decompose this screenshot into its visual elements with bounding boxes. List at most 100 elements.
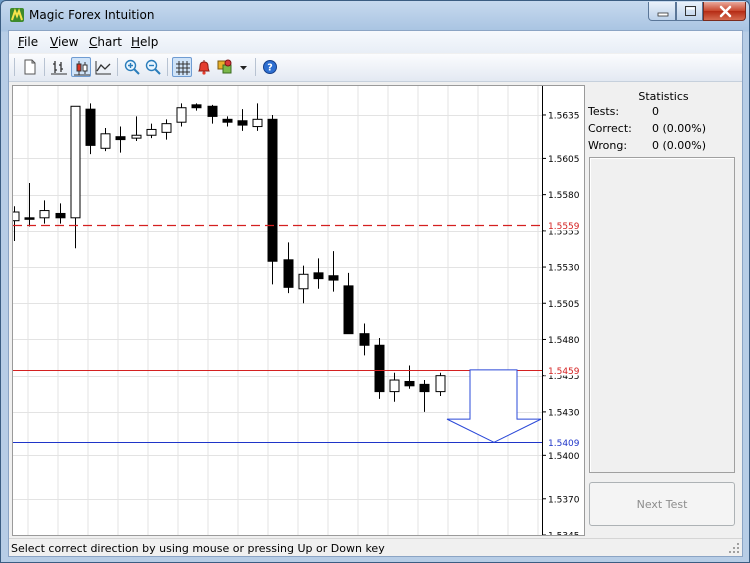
- zoom-out-icon: [145, 59, 161, 75]
- menu-help[interactable]: Help: [131, 35, 158, 49]
- candle-bearish: [313, 272, 324, 280]
- close-icon: [719, 5, 732, 18]
- minimize-icon: [657, 12, 669, 17]
- candle-bullish: [298, 273, 309, 290]
- candle-bearish: [222, 118, 233, 123]
- candle-bearish: [85, 108, 96, 146]
- minimize-button[interactable]: [648, 2, 676, 21]
- price-tick-label: 1.5370: [548, 495, 580, 505]
- toolbar-separator: [117, 58, 118, 76]
- menu-chart[interactable]: Chart: [89, 35, 122, 49]
- size-grip-icon[interactable]: [729, 543, 740, 554]
- app-icon: [10, 8, 24, 22]
- price-tick-label: 1.5530: [548, 264, 580, 274]
- candle-bearish: [328, 275, 339, 281]
- help-button[interactable]: ?: [260, 57, 280, 77]
- price-tick-label: 1.5580: [548, 191, 580, 201]
- price-tick-label: 1.5430: [548, 408, 580, 418]
- price-chart[interactable]: 1.5635 1.5605 1.5580 1.5555 1.5530 1.5505 1.54…: [12, 85, 585, 536]
- grid-toggle-button[interactable]: [172, 57, 192, 77]
- alert-bell-icon: [198, 60, 210, 75]
- zoom-out-button[interactable]: [143, 57, 163, 77]
- toolbar-separator: [167, 58, 168, 76]
- candlestick-icon: [74, 61, 90, 76]
- correct-value: 0 (0.00%): [652, 122, 707, 135]
- candle-bearish: [343, 285, 354, 335]
- bear-target-label: 1.5409: [548, 439, 580, 449]
- color-scheme-dropdown[interactable]: [237, 57, 249, 77]
- direction-down-arrow-icon[interactable]: [446, 369, 542, 443]
- menu-bar: File View Chart Help: [9, 31, 742, 53]
- chart-canvas[interactable]: 1.56351.56051.55801.55551.55301.55051.54…: [13, 86, 584, 535]
- candlestick-button[interactable]: [71, 57, 91, 77]
- svg-text:?: ?: [267, 63, 273, 74]
- toolbar-separator: [44, 58, 45, 76]
- maximize-icon: [685, 6, 696, 16]
- menu-file[interactable]: File: [18, 35, 38, 49]
- tests-value: 0: [652, 105, 659, 118]
- new-file-button[interactable]: [20, 57, 40, 77]
- price-tick-label: 1.5635: [548, 111, 580, 121]
- toolbar-grip: [14, 58, 15, 76]
- price-tick-label: 1.5505: [548, 300, 580, 310]
- correct-label: Correct:: [588, 122, 632, 135]
- tests-label: Tests:: [588, 105, 620, 118]
- candle-bearish: [267, 118, 278, 262]
- candle-bearish: [283, 259, 294, 288]
- candle-bullish: [100, 133, 111, 149]
- candle-bullish: [435, 375, 446, 393]
- line-chart-button[interactable]: [93, 57, 113, 77]
- price-tick-label: 1.5480: [548, 336, 580, 346]
- status-text: Select correct direction by using mouse …: [11, 542, 385, 555]
- toolbar: ?: [9, 54, 742, 82]
- current-price-label: 1.5459: [548, 367, 580, 377]
- candle-bullish: [39, 210, 50, 219]
- zoom-in-button[interactable]: [122, 57, 142, 77]
- candle-bullish: [146, 128, 157, 136]
- candle-bullish: [161, 123, 172, 133]
- menu-view[interactable]: View: [50, 35, 78, 49]
- window-title: Magic Forex Intuition: [29, 8, 155, 22]
- title-bar[interactable]: Magic Forex Intuition: [1, 1, 749, 30]
- alert-button[interactable]: [194, 57, 214, 77]
- wrong-value: 0 (0.00%): [652, 139, 707, 152]
- color-palette-icon: [217, 59, 232, 74]
- help-icon: ?: [263, 60, 277, 74]
- candle-bearish: [115, 136, 126, 141]
- candle-bearish: [419, 383, 430, 393]
- new-file-icon: [24, 59, 36, 75]
- history-box: [589, 157, 735, 473]
- candle-bullish: [13, 211, 20, 222]
- app-window: Magic Forex Intuition File View Chart He…: [0, 0, 750, 563]
- line-chart-icon: [95, 61, 111, 75]
- bar-chart-icon: [51, 61, 67, 75]
- dropdown-arrow-icon: [240, 66, 247, 70]
- candle-bullish: [70, 105, 81, 219]
- client-area: File View Chart Help ? 1.5635 1.5605 1.5…: [8, 30, 743, 557]
- candle-bearish: [374, 344, 385, 393]
- price-tick-label: 1.5345: [548, 532, 580, 536]
- candle-bearish: [24, 217, 35, 220]
- candle-bullish: [131, 134, 142, 139]
- candle-bearish: [207, 105, 218, 117]
- bull-target-label: 1.5559: [548, 222, 580, 232]
- candle-bearish: [55, 212, 66, 219]
- candle-bearish: [359, 333, 370, 346]
- candle-bullish: [176, 107, 187, 123]
- status-bar: Select correct direction by using mouse …: [9, 538, 742, 556]
- zoom-in-icon: [124, 59, 140, 75]
- wrong-label: Wrong:: [588, 139, 628, 152]
- toolbar-separator: [255, 58, 256, 76]
- maximize-button[interactable]: [676, 2, 703, 21]
- statistics-title: Statistics: [638, 90, 689, 103]
- close-button[interactable]: [703, 2, 746, 21]
- color-scheme-button[interactable]: [215, 57, 235, 77]
- grid-icon: [176, 61, 190, 75]
- candle-bearish: [191, 104, 202, 109]
- price-tick-label: 1.5605: [548, 155, 580, 165]
- bar-chart-button[interactable]: [49, 57, 69, 77]
- next-test-button[interactable]: Next Test: [589, 482, 735, 526]
- candle-bearish: [237, 120, 248, 126]
- statistics-panel: Statistics Tests: 0 Correct: 0 (0.00%) W…: [586, 85, 741, 536]
- price-tick-label: 1.5400: [548, 452, 580, 462]
